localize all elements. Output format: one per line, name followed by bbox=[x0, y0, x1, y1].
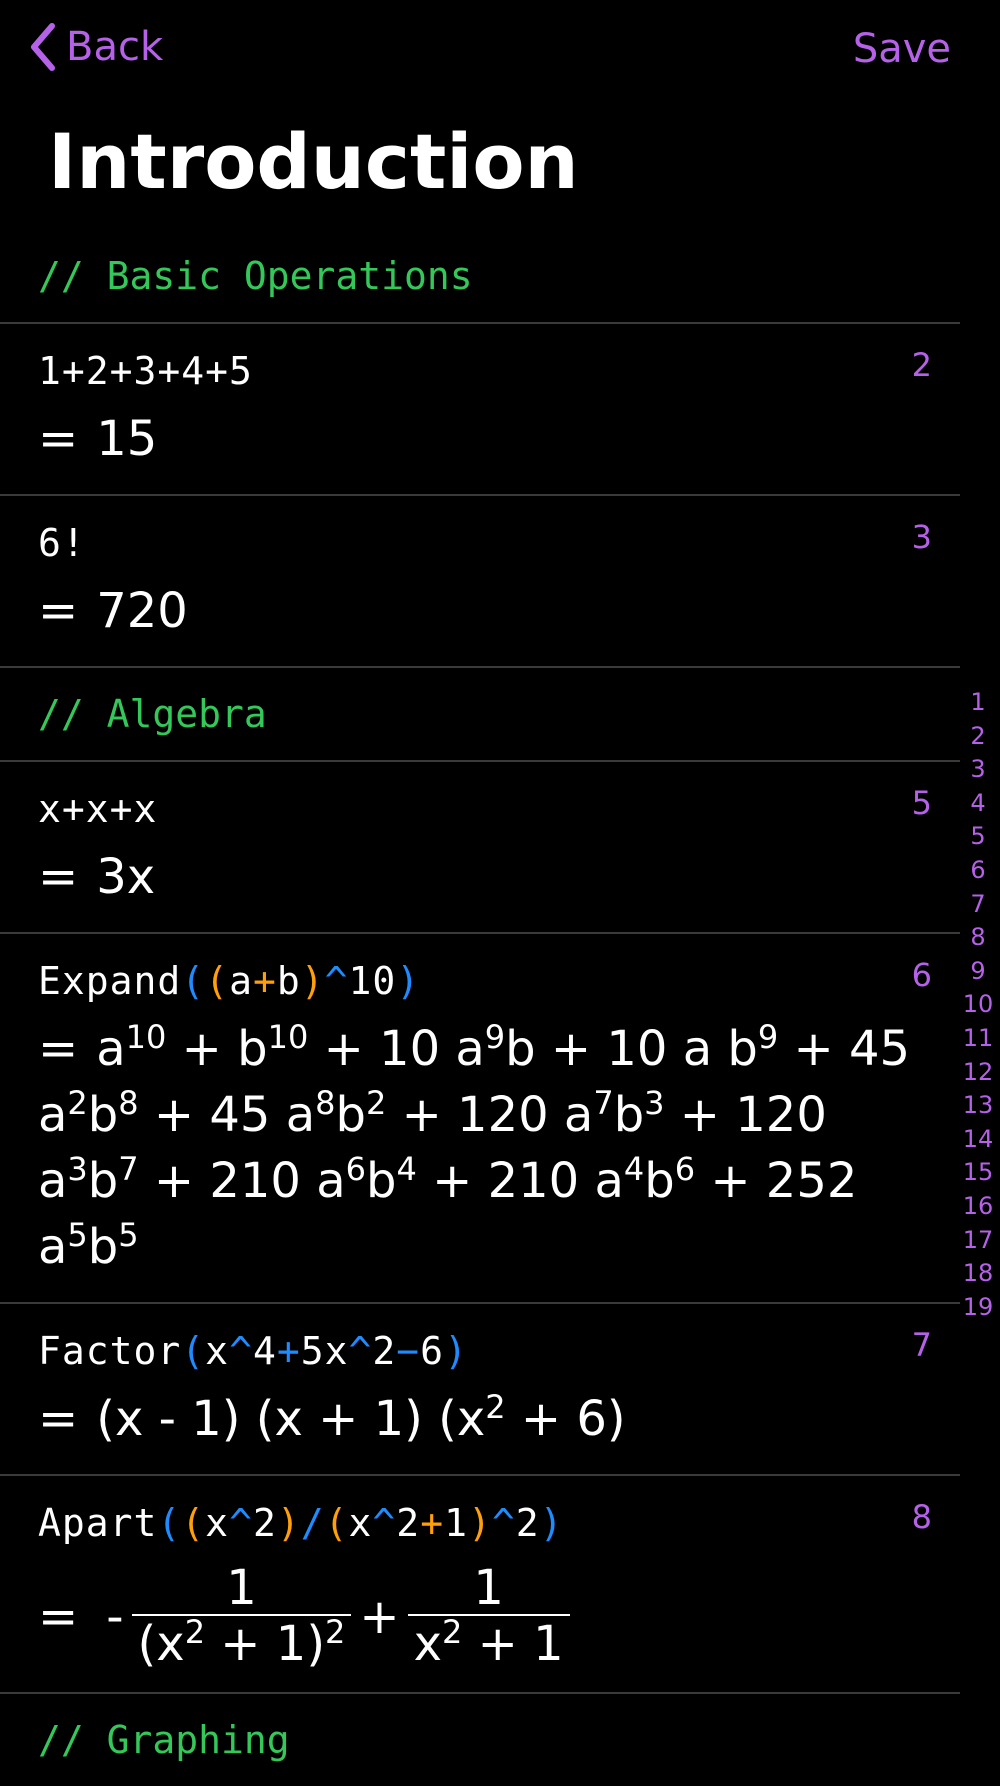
line-number: 2 bbox=[911, 346, 932, 384]
calculation-list: // Basic Operations 1+2+3+4+5 2 = 15 6! 3… bbox=[0, 230, 960, 1786]
cell-result: = - 1 (x2 + 1)2 + 1 x2 + 1 bbox=[38, 1548, 960, 1692]
line-number: 5 bbox=[911, 784, 932, 822]
cell-input[interactable]: 6! bbox=[38, 496, 960, 568]
index-item[interactable]: 6 bbox=[956, 854, 1000, 888]
index-item[interactable]: 8 bbox=[956, 921, 1000, 955]
cell-input[interactable]: 1+2+3+4+5 bbox=[38, 324, 960, 396]
comment-algebra[interactable]: // Algebra bbox=[0, 668, 960, 762]
index-item[interactable]: 4 bbox=[956, 787, 1000, 821]
line-index-scrubber[interactable]: 1 2 3 4 5 6 7 8 9 10 11 12 13 14 15 16 1… bbox=[956, 686, 1000, 1324]
cell-input[interactable]: Apart((x^2)/(x^2+1)^2) bbox=[38, 1476, 960, 1548]
line-number: 6 bbox=[911, 956, 932, 994]
fraction: 1 (x2 + 1)2 bbox=[131, 1562, 352, 1672]
index-item[interactable]: 5 bbox=[956, 820, 1000, 854]
index-item[interactable]: 19 bbox=[956, 1291, 1000, 1325]
calc-cell[interactable]: Expand((a+b)^10) 6 = a10 + b10 + 10 a9b +… bbox=[0, 934, 960, 1304]
index-item[interactable]: 2 bbox=[956, 720, 1000, 754]
index-item[interactable]: 1 bbox=[956, 686, 1000, 720]
cell-result: = a10 + b10 + 10 a9b + 10 a b9 + 45 a2b8 … bbox=[38, 1018, 911, 1275]
index-item[interactable]: 12 bbox=[956, 1056, 1000, 1090]
fraction: 1 x2 + 1 bbox=[407, 1562, 570, 1672]
cell-result: = 3x bbox=[38, 849, 156, 905]
line-number: 3 bbox=[911, 518, 932, 556]
line-number: 7 bbox=[911, 1326, 932, 1364]
calc-cell[interactable]: x+x+x 5 = 3x bbox=[0, 762, 960, 934]
back-button[interactable]: Back bbox=[28, 22, 163, 72]
index-item[interactable]: 13 bbox=[956, 1089, 1000, 1123]
line-number: 8 bbox=[911, 1498, 932, 1536]
cell-result: = (x - 1) (x + 1) (x2 + 6) bbox=[38, 1388, 626, 1447]
cell-input[interactable]: Expand((a+b)^10) bbox=[38, 934, 960, 1006]
page-title: Introduction bbox=[48, 117, 579, 206]
chevron-left-icon bbox=[31, 23, 55, 71]
calc-cell[interactable]: Factor(x^4+5x^2−6) 7 = (x - 1) (x + 1) (x… bbox=[0, 1304, 960, 1476]
cell-result: = 720 bbox=[38, 583, 188, 639]
index-item[interactable]: 15 bbox=[956, 1156, 1000, 1190]
index-item[interactable]: 10 bbox=[956, 988, 1000, 1022]
cell-result: = 15 bbox=[38, 411, 158, 467]
comment-basic-operations[interactable]: // Basic Operations bbox=[0, 230, 960, 324]
index-item[interactable]: 14 bbox=[956, 1123, 1000, 1157]
calc-cell[interactable]: Apart((x^2)/(x^2+1)^2) 8 = - 1 (x2 + 1)2… bbox=[0, 1476, 960, 1694]
index-item[interactable]: 16 bbox=[956, 1190, 1000, 1224]
index-item[interactable]: 18 bbox=[956, 1257, 1000, 1291]
back-label: Back bbox=[66, 24, 164, 70]
cell-input[interactable]: x+x+x bbox=[38, 762, 960, 834]
index-item[interactable]: 9 bbox=[956, 955, 1000, 989]
index-item[interactable]: 7 bbox=[956, 888, 1000, 922]
calc-cell[interactable]: 1+2+3+4+5 2 = 15 bbox=[0, 324, 960, 496]
cell-input[interactable]: Factor(x^4+5x^2−6) bbox=[38, 1304, 960, 1376]
navigation-bar: Back Save bbox=[0, 0, 1000, 110]
index-item[interactable]: 3 bbox=[956, 753, 1000, 787]
index-item[interactable]: 11 bbox=[956, 1022, 1000, 1056]
index-item[interactable]: 17 bbox=[956, 1224, 1000, 1258]
calc-cell[interactable]: 6! 3 = 720 bbox=[0, 496, 960, 668]
save-button[interactable]: Save bbox=[853, 26, 951, 72]
comment-graphing[interactable]: // Graphing bbox=[0, 1694, 960, 1786]
